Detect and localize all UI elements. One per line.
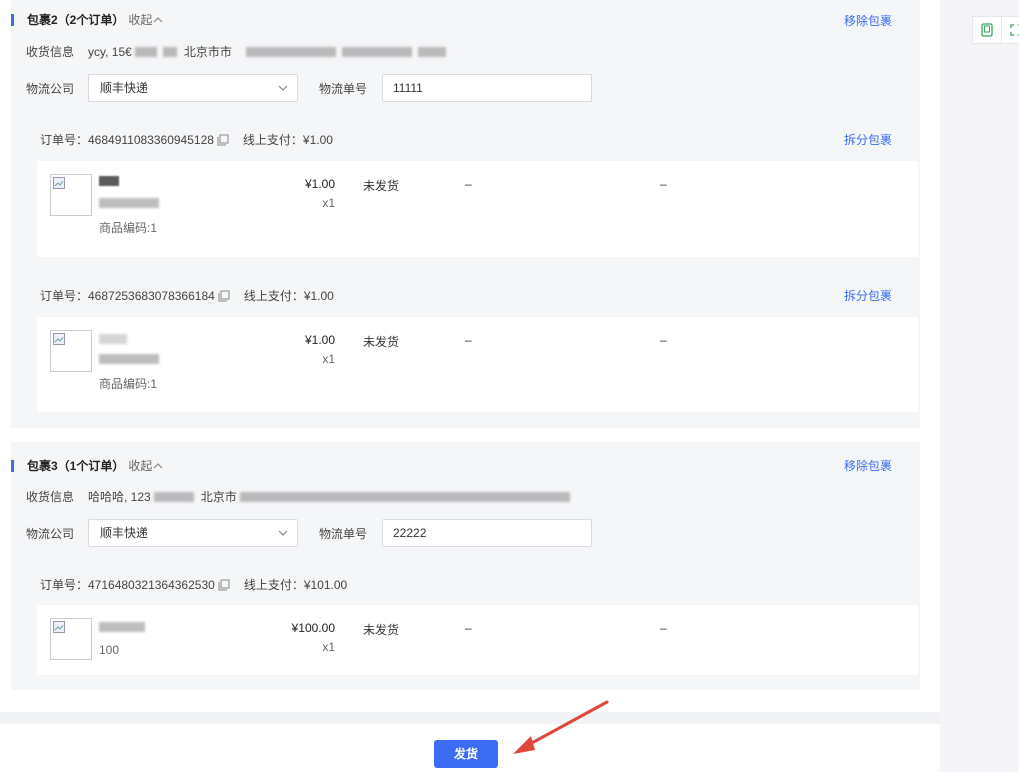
shipping-status: 未发货 xyxy=(363,179,400,193)
split-package-button[interactable]: 拆分包裹 xyxy=(844,287,892,304)
order-item: 商品编码:1 ¥1.00 x1 未发货 – – xyxy=(37,317,918,412)
mobile-view-icon[interactable] xyxy=(973,17,1002,43)
redacted-text xyxy=(134,46,157,57)
carrier-label: 物流公司 xyxy=(26,82,75,96)
empty-value: – xyxy=(465,333,472,347)
product-spec xyxy=(99,197,162,211)
address-value: ycy, 15€ 北京市市 xyxy=(88,43,449,60)
shipping-panel: 包裹2（2个订单） 收起 移除包裹 收货信息 ycy, 15€ 北京市市 物流公… xyxy=(0,0,940,712)
view-toggle-group xyxy=(972,16,1019,44)
product-image xyxy=(50,174,92,216)
fullscreen-icon[interactable] xyxy=(1002,17,1019,43)
empty-value: – xyxy=(465,177,472,191)
tracking-label: 物流单号 xyxy=(319,82,368,96)
carrier-select[interactable]: 顺丰快递 xyxy=(88,74,298,102)
empty-value: – xyxy=(660,333,667,347)
product-code: 100 xyxy=(99,643,120,657)
order-header: 订单号：4684911083360945128 线上支付：¥1.00 xyxy=(40,133,333,147)
title-accent-bar xyxy=(11,459,14,472)
copy-icon[interactable] xyxy=(218,290,230,302)
redacted-text xyxy=(99,622,145,632)
redacted-text xyxy=(99,176,119,186)
tracking-label: 物流单号 xyxy=(319,527,368,541)
chevron-up-icon xyxy=(153,16,163,22)
redacted-text xyxy=(153,491,194,502)
broken-image-icon xyxy=(53,177,65,189)
shipping-status: 未发货 xyxy=(363,623,400,637)
empty-value: – xyxy=(660,177,667,191)
remove-package-button[interactable]: 移除包裹 xyxy=(844,457,892,474)
redacted-text xyxy=(417,46,446,57)
product-code: 商品编码:1 xyxy=(99,221,158,235)
collapse-toggle[interactable]: 收起 xyxy=(128,457,164,474)
address-value: 哈哈哈, 123 北京市 xyxy=(88,488,573,505)
item-quantity: x1 xyxy=(322,352,335,366)
product-name xyxy=(99,333,130,347)
product-spec xyxy=(99,353,162,367)
redacted-text xyxy=(99,334,127,344)
ship-button[interactable]: 发货 xyxy=(434,740,498,768)
copy-icon[interactable] xyxy=(218,579,230,591)
address-label: 收货信息 xyxy=(26,490,75,504)
empty-value: – xyxy=(465,621,472,635)
product-code: 商品编码:1 xyxy=(99,377,158,391)
item-quantity: x1 xyxy=(322,640,335,654)
tracking-number-input[interactable] xyxy=(382,74,592,102)
item-price: ¥1.00 xyxy=(304,177,335,191)
item-price: ¥1.00 xyxy=(304,333,335,347)
package-title: 包裹3（1个订单） 收起 xyxy=(11,457,164,474)
package-2: 包裹2（2个订单） 收起 移除包裹 收货信息 ycy, 15€ 北京市市 物流公… xyxy=(11,0,920,428)
order-header: 订单号：4687253683078366184 线上支付：¥1.00 xyxy=(40,289,334,303)
tracking-number-input[interactable] xyxy=(382,519,592,547)
product-name xyxy=(99,175,122,189)
redacted-text xyxy=(239,491,570,502)
annotation-arrow xyxy=(513,700,609,754)
shipping-status: 未发货 xyxy=(363,335,400,349)
redacted-text xyxy=(245,46,336,57)
remove-package-button[interactable]: 移除包裹 xyxy=(844,12,892,29)
order-item: 商品编码:1 ¥1.00 x1 未发货 – – xyxy=(37,161,918,257)
broken-image-icon xyxy=(53,333,65,345)
title-accent-bar xyxy=(11,13,14,26)
carrier-select[interactable]: 顺丰快递 xyxy=(88,519,298,547)
carrier-label: 物流公司 xyxy=(26,527,75,541)
broken-image-icon xyxy=(53,621,65,633)
order-header: 订单号：4716480321364362530 线上支付：¥101.00 xyxy=(40,578,348,592)
collapse-toggle[interactable]: 收起 xyxy=(128,11,164,28)
right-toolbar xyxy=(940,0,1019,772)
split-package-button[interactable]: 拆分包裹 xyxy=(844,131,892,148)
order-item: 100 ¥100.00 x1 未发货 – – xyxy=(37,605,918,675)
main-area: 包裹2（2个订单） 收起 移除包裹 收货信息 ycy, 15€ 北京市市 物流公… xyxy=(0,0,940,772)
redacted-text xyxy=(99,354,159,364)
product-image xyxy=(50,618,92,660)
item-quantity: x1 xyxy=(322,196,335,210)
chevron-up-icon xyxy=(153,462,163,468)
address-label: 收货信息 xyxy=(26,45,75,59)
product-name xyxy=(99,621,148,635)
redacted-text xyxy=(99,198,159,208)
redacted-text xyxy=(341,46,412,57)
item-price: ¥100.00 xyxy=(291,621,335,635)
chevron-down-icon xyxy=(278,85,288,91)
chevron-down-icon xyxy=(278,530,288,536)
copy-icon[interactable] xyxy=(217,134,229,146)
package-title: 包裹2（2个订单） 收起 xyxy=(11,11,164,28)
package-3: 包裹3（1个订单） 收起 移除包裹 收货信息 哈哈哈, 123 北京市 物流公司… xyxy=(11,442,920,690)
product-image xyxy=(50,330,92,372)
redacted-text xyxy=(162,46,177,57)
empty-value: – xyxy=(660,621,667,635)
